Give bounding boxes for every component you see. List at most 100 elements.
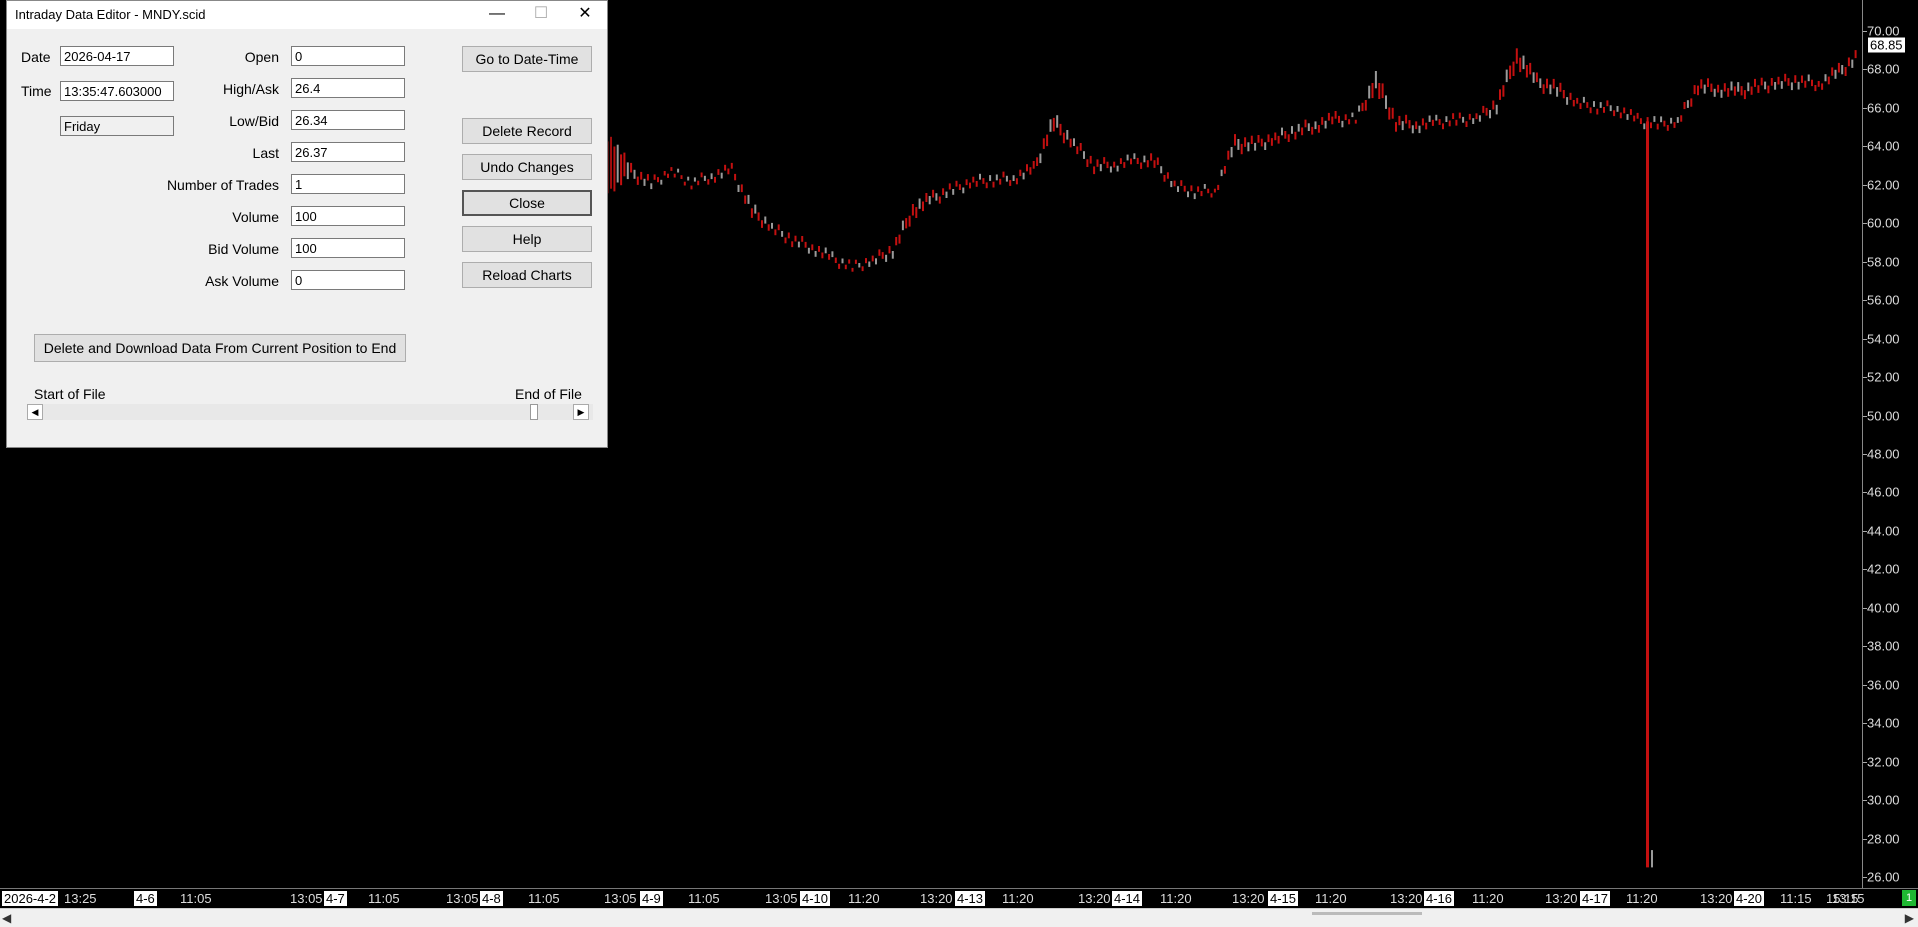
candle <box>707 179 710 185</box>
help-button[interactable]: Help <box>462 226 592 252</box>
candle <box>841 258 844 264</box>
candle <box>1270 138 1273 146</box>
time-axis-time-label: 13:20 <box>920 891 953 906</box>
candle <box>737 184 740 192</box>
last-field[interactable] <box>291 142 405 162</box>
candle <box>1210 193 1213 198</box>
candle <box>1418 125 1421 134</box>
close-button[interactable]: Close <box>462 190 592 216</box>
go-to-date-time-button[interactable]: Go to Date-Time <box>462 46 592 72</box>
candle <box>1146 160 1149 168</box>
candle <box>888 246 891 254</box>
candle <box>1777 76 1780 85</box>
time-axis-time-label: 11:05 <box>368 891 400 906</box>
delete-record-button[interactable]: Delete Record <box>462 118 592 144</box>
candle <box>1472 118 1475 124</box>
bid-volume-field[interactable] <box>291 238 405 258</box>
minimize-icon[interactable]: — <box>475 1 519 29</box>
candle <box>881 252 884 259</box>
candle <box>1086 159 1089 167</box>
candle <box>1522 55 1525 70</box>
candle <box>1532 72 1535 83</box>
time-axis-time-label: 11:20 <box>1315 891 1347 906</box>
candle <box>925 193 928 202</box>
time-axis-time-label: 13:20 <box>1700 891 1733 906</box>
volume-field[interactable] <box>291 206 405 226</box>
candle <box>1465 121 1468 127</box>
candle <box>1804 80 1807 88</box>
status-indicator: 1 <box>1902 890 1916 906</box>
candle <box>1817 81 1820 87</box>
candle <box>1170 181 1173 188</box>
candle <box>1566 97 1569 105</box>
candle <box>1626 114 1629 120</box>
reload-charts-button[interactable]: Reload Charts <box>462 262 592 288</box>
scroll-left-arrow-icon[interactable]: ◀ <box>2 911 11 925</box>
ask-volume-field[interactable] <box>291 270 405 290</box>
candle <box>1643 123 1646 130</box>
low-bid-field[interactable] <box>291 110 405 130</box>
candle <box>1183 185 1186 192</box>
price-axis-label: 56.00 <box>1867 292 1900 308</box>
dialog-titlebar[interactable]: Intraday Data Editor - MNDY.scid — ☐ ✕ <box>7 1 607 29</box>
scroll-right-arrow-icon[interactable]: ▶ <box>1905 911 1914 925</box>
candle <box>1331 116 1334 125</box>
candle <box>757 212 760 221</box>
candle <box>955 180 958 187</box>
candle <box>787 232 790 239</box>
candle <box>1116 165 1119 172</box>
candle <box>942 188 945 195</box>
candle <box>794 235 797 242</box>
candle <box>1220 169 1223 177</box>
candle <box>1549 84 1552 95</box>
candle <box>1529 62 1532 75</box>
slider-right-arrow-icon[interactable]: ▶ <box>573 404 589 420</box>
candle <box>1730 81 1733 91</box>
open-field[interactable] <box>291 46 405 66</box>
candle <box>1485 107 1488 116</box>
candle <box>1606 100 1609 107</box>
time-axis[interactable]: 2026-4-2 13:25 4-6 11:05 13:05 4-7 11:05 13:05 4… <box>0 888 1918 909</box>
candle <box>1130 158 1132 165</box>
candle <box>1535 72 1538 83</box>
candle <box>834 257 837 263</box>
candle <box>848 259 851 264</box>
candle <box>1760 77 1763 86</box>
candle <box>774 229 777 236</box>
number-of-trades-field[interactable] <box>291 174 405 194</box>
slider-thumb[interactable] <box>530 404 538 420</box>
scroll-thumb[interactable] <box>1312 912 1422 915</box>
chart-horizontal-scrollbar[interactable]: ◀ ▶ <box>0 908 1918 927</box>
candle <box>801 236 804 242</box>
candle <box>1462 116 1465 123</box>
slider-left-arrow-icon[interactable]: ◀ <box>27 404 43 420</box>
candle <box>1740 86 1743 96</box>
time-axis-time-label: 11:05 <box>688 891 720 906</box>
maximize-icon[interactable]: ☐ <box>519 1 563 29</box>
file-position-slider[interactable]: ◀ ▶ <box>27 404 593 420</box>
time-axis-time-label: 11:20 <box>1472 891 1504 906</box>
candle <box>1361 102 1364 112</box>
candle <box>1294 131 1297 140</box>
candle <box>1807 74 1810 82</box>
undo-changes-button[interactable]: Undo Changes <box>462 154 592 180</box>
candle <box>915 207 918 218</box>
candle <box>633 169 636 179</box>
candle <box>1448 120 1451 127</box>
candle <box>1743 90 1746 100</box>
time-axis-date-label: 4-15 <box>1268 891 1299 906</box>
candle <box>1651 850 1653 868</box>
candle <box>1291 126 1293 134</box>
candle <box>1713 88 1716 97</box>
candle <box>1341 120 1344 128</box>
high-ask-field[interactable] <box>291 78 405 98</box>
candle <box>1062 132 1065 144</box>
candle <box>871 255 874 262</box>
price-axis[interactable]: 70.00 68.00 66.00 64.00 62.00 60.00 58.00 56.00… <box>1862 0 1918 888</box>
close-window-icon[interactable]: ✕ <box>563 1 607 29</box>
candle <box>938 196 941 204</box>
candle <box>1056 115 1059 128</box>
candle <box>1223 166 1226 174</box>
candle <box>1099 164 1102 172</box>
delete-and-download-button[interactable]: Delete and Download Data From Current Po… <box>34 334 406 362</box>
